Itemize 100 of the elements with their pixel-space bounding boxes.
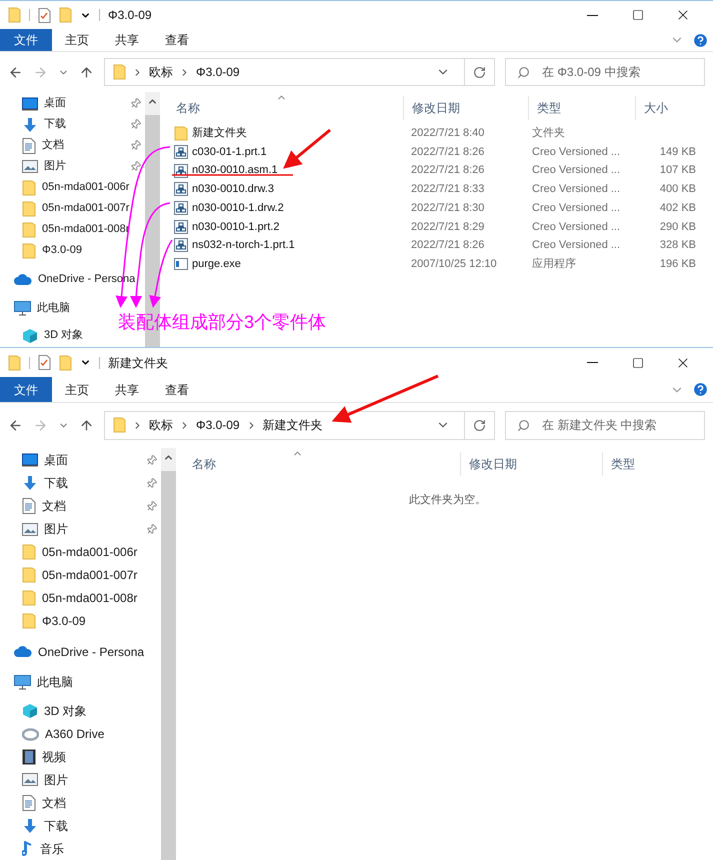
checklist-icon[interactable] (38, 355, 51, 370)
assembly-file-icon (174, 145, 188, 160)
date-cell-text: 2022/7/21 8:26 (410, 238, 486, 254)
nav-item[interactable]: Φ3.0-09 (42, 242, 82, 259)
file-name[interactable]: n030-0010-1.drw.2 (192, 200, 284, 216)
type-cell-text: Creo Versioned ... (531, 220, 622, 235)
back-icon[interactable] (8, 418, 23, 433)
nav-item[interactable]: 下载 (44, 474, 68, 492)
maximize-icon (632, 356, 644, 369)
type-cell-text: 应用程序 (531, 256, 577, 272)
nav-item[interactable]: 文档 (42, 497, 66, 516)
ribbon-tab[interactable]: 共享 (102, 29, 152, 51)
nav-item[interactable]: 图片 (44, 158, 66, 175)
ribbon-tab[interactable]: 文件 (0, 29, 52, 51)
ribbon-tab[interactable]: 文件 (0, 377, 52, 402)
nav-item[interactable]: 视频 (42, 748, 66, 766)
search-field[interactable]: 在 新建文件夹 中搜索 (505, 410, 705, 440)
column-header[interactable]: 修改日期 (460, 452, 602, 476)
type-cell-text: Creo Versioned ... (531, 238, 622, 254)
nav-item[interactable]: 此电脑 (37, 300, 70, 317)
column-header[interactable]: 类型 (602, 452, 713, 476)
address-bar[interactable]: 欧标 Φ3.0-09 (104, 58, 495, 86)
minimize-icon (587, 362, 598, 364)
nav-item[interactable]: 05n-mda001-006r (42, 543, 138, 561)
folder-icon[interactable] (59, 7, 72, 23)
nav-item[interactable]: 下载 (44, 116, 66, 133)
folder-icon (22, 180, 36, 196)
file-name[interactable]: 新建文件夹 (192, 125, 247, 142)
file-name[interactable]: ns032-n-torch-1.prt.1 (192, 237, 295, 254)
date-cell-text: 2022/7/21 8:26 (410, 163, 486, 178)
column-header[interactable]: 大小 (635, 96, 700, 120)
nav-item[interactable]: 音乐 (40, 840, 64, 858)
cube-icon (22, 703, 38, 720)
type-cell-text: Creo Versioned ... (531, 163, 622, 178)
down-arrow-icon (22, 475, 38, 492)
forward-icon[interactable] (33, 64, 48, 80)
size-cell-text: 328 KB (658, 238, 697, 254)
refresh-icon (473, 418, 486, 432)
cloud-icon (14, 646, 32, 658)
file-name[interactable]: n030-0010-1.prt.2 (192, 218, 280, 236)
document-icon (22, 138, 36, 154)
breadcrumb-item[interactable]: 欧标 (149, 416, 173, 434)
folder-icon (22, 590, 36, 606)
ribbon-tab[interactable]: 共享 (102, 377, 152, 402)
nav-item[interactable]: 下载 (44, 816, 68, 835)
date-cell-text: 2007/10/25 12:10 (410, 256, 498, 272)
ribbon-tab[interactable]: 查看 (152, 377, 202, 402)
file-name[interactable]: n030-0010.asm.1 (192, 162, 278, 179)
up-icon[interactable] (79, 64, 94, 80)
nav-item[interactable]: 文档 (42, 137, 64, 154)
breadcrumb-item[interactable]: 新建文件夹 (262, 416, 323, 434)
nav-item[interactable]: 3D 对象 (44, 702, 87, 720)
column-header[interactable]: 修改日期 (403, 96, 528, 120)
breadcrumb-item[interactable]: Φ3.0-09 (196, 63, 240, 81)
folder-icon (8, 7, 21, 23)
nav-item[interactable]: 文档 (42, 794, 66, 812)
up-icon[interactable] (79, 418, 94, 433)
folder-icon (113, 417, 126, 434)
help-icon[interactable] (692, 381, 709, 398)
ribbon-tab[interactable]: 主页 (52, 29, 102, 51)
picture-icon (22, 773, 38, 786)
folder-icon (22, 612, 36, 629)
ribbon-tab[interactable]: 主页 (52, 377, 102, 402)
folder-icon (22, 200, 36, 216)
address-bar[interactable]: 欧标 Φ3.0-09 新建文件夹 (104, 410, 495, 440)
nav-item[interactable]: 图片 (44, 520, 68, 538)
nav-item[interactable]: 05n-mda001-008r (42, 588, 138, 607)
nav-item[interactable]: OneDrive - Persona (38, 642, 144, 661)
folder-icon[interactable] (59, 354, 72, 371)
checklist-icon[interactable] (38, 8, 51, 22)
column-header[interactable]: 名称 (184, 452, 460, 476)
nav-item[interactable]: Φ3.0-09 (42, 612, 86, 630)
breadcrumb-item[interactable]: Φ3.0-09 (196, 416, 240, 434)
down-arrow-icon (22, 116, 38, 132)
scrollbar[interactable] (161, 448, 176, 860)
nav-item[interactable]: 05n-mda001-006r (42, 179, 130, 196)
computer-icon (14, 674, 31, 690)
column-header[interactable]: 名称 (168, 96, 403, 120)
file-name[interactable]: n030-0010.drw.3 (192, 181, 274, 198)
nav-item[interactable]: 桌面 (44, 95, 66, 112)
ribbon-tab[interactable]: 查看 (152, 29, 202, 51)
nav-item[interactable]: 05n-mda001-007r (42, 566, 138, 584)
file-name[interactable]: purge.exe (192, 256, 241, 272)
window-title: 新建文件夹 (108, 354, 168, 372)
back-icon[interactable] (8, 64, 23, 80)
file-name[interactable]: c030-01-1.prt.1 (192, 144, 267, 160)
nav-item[interactable]: A360 Drive (45, 725, 104, 744)
column-header[interactable]: 类型 (528, 96, 635, 120)
forward-icon[interactable] (33, 418, 48, 433)
nav-item[interactable]: 05n-mda001-007r (42, 200, 130, 217)
breadcrumb-item[interactable]: 欧标 (149, 63, 173, 81)
nav-item[interactable]: 此电脑 (37, 673, 73, 692)
search-field[interactable]: 在 Φ3.0-09 中搜索 (505, 58, 705, 86)
nav-item[interactable]: 3D 对象 (44, 327, 84, 344)
folder-icon (174, 126, 188, 141)
folder-icon (22, 222, 36, 238)
help-icon[interactable] (692, 32, 709, 48)
nav-item[interactable]: 图片 (44, 770, 68, 789)
nav-item[interactable]: 桌面 (44, 451, 68, 470)
cube-icon (22, 328, 38, 344)
